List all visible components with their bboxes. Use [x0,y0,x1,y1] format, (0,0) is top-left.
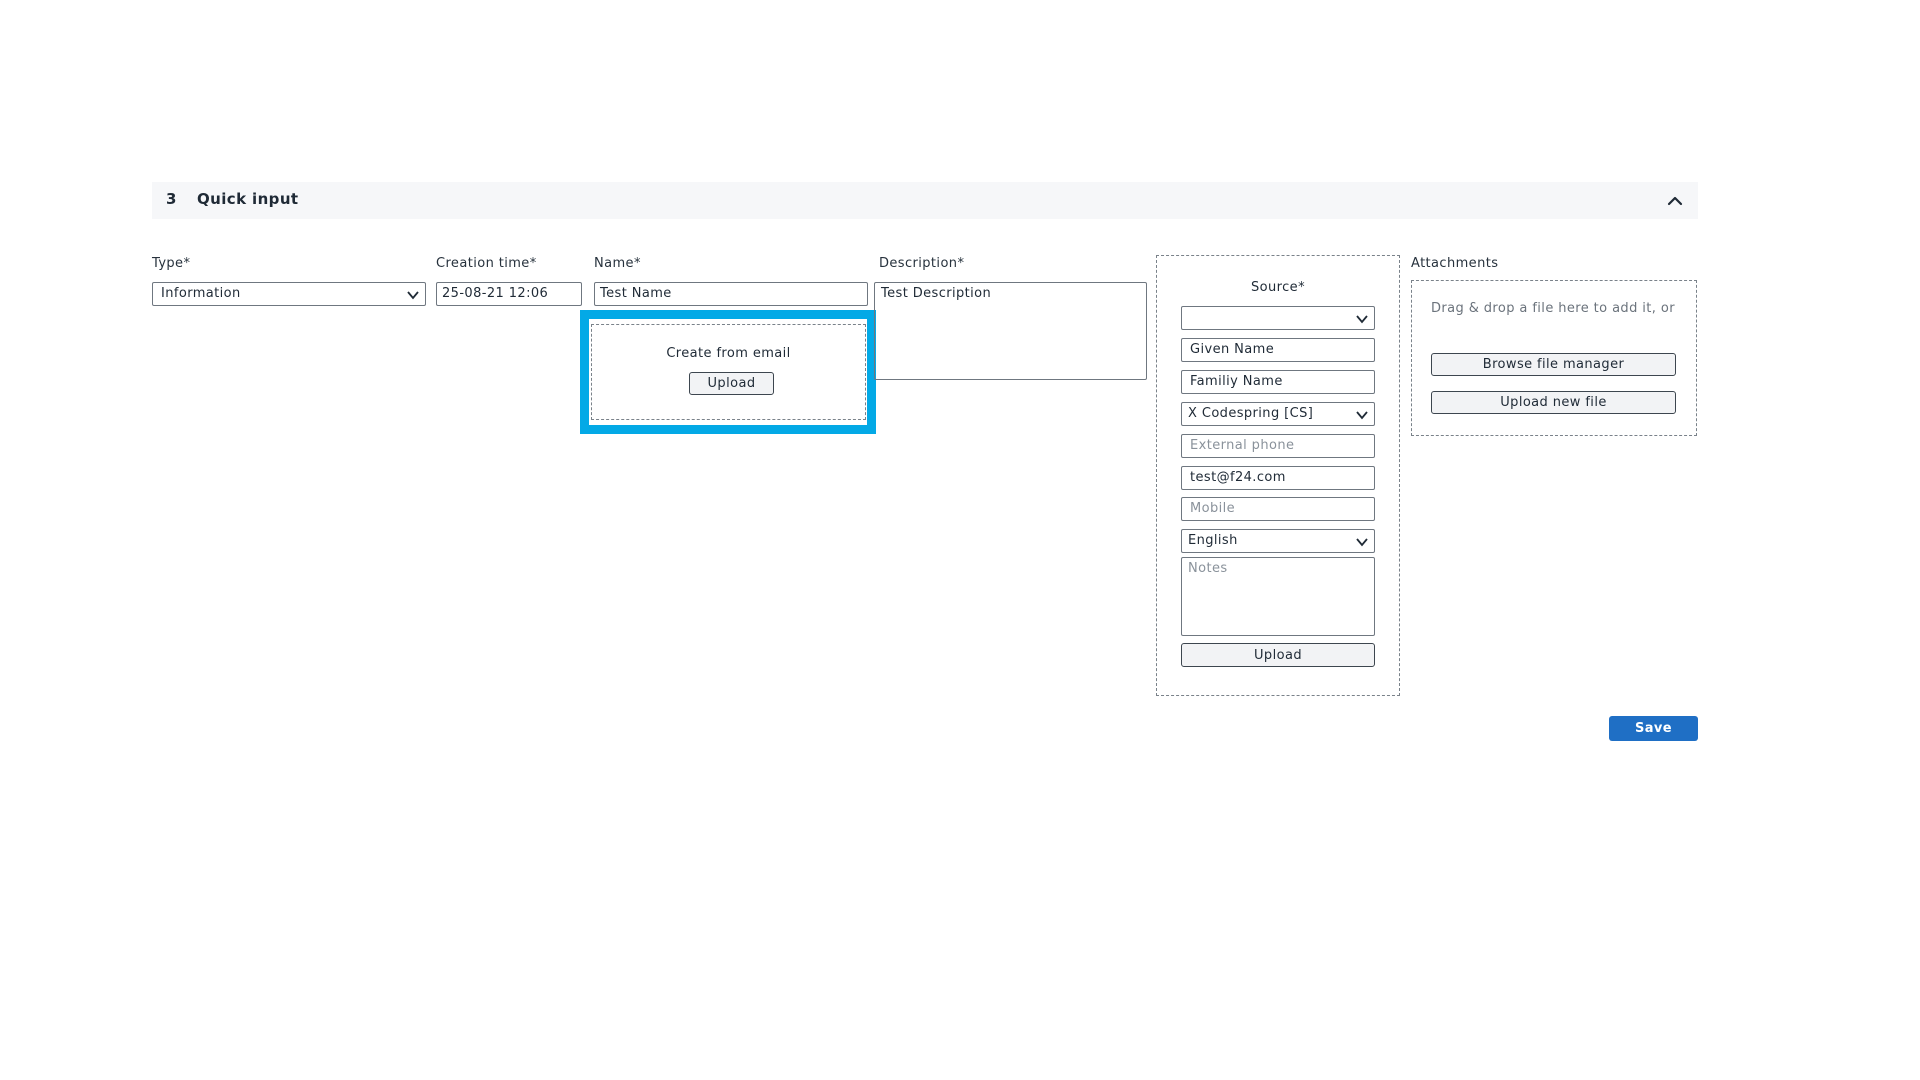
description-textarea[interactable]: Test Description [874,282,1147,380]
language-select-value: English [1188,533,1238,548]
chevron-down-icon [1356,538,1368,547]
source-label: Source* [1251,280,1305,295]
email-input[interactable]: test@f24.com [1181,466,1375,490]
create-from-email-upload-button[interactable]: Upload [689,372,774,395]
chevron-down-icon [407,291,419,300]
chevron-up-icon[interactable] [1664,190,1686,212]
source-select[interactable] [1181,306,1375,330]
external-phone-input[interactable]: External phone [1181,434,1375,458]
type-label: Type* [152,256,191,271]
creation-time-label: Creation time* [436,256,537,271]
family-name-input[interactable]: Familiy Name [1181,370,1375,394]
name-label: Name* [594,256,641,271]
company-select[interactable]: X Codespring [CS] [1181,402,1375,426]
section-title: Quick input [197,190,299,208]
save-button[interactable]: Save [1609,716,1698,741]
company-select-value: X Codespring [CS] [1188,406,1314,421]
description-label: Description* [879,256,965,271]
section-number: 3 [166,190,177,208]
notes-textarea[interactable]: Notes [1181,557,1375,636]
type-select-value: Information [161,286,241,301]
type-select[interactable]: Information [152,282,426,306]
chevron-down-icon [1356,315,1368,324]
given-name-input[interactable]: Given Name [1181,338,1375,362]
language-select[interactable]: English [1181,529,1375,553]
attachments-label: Attachments [1411,256,1499,271]
chevron-down-icon [1356,411,1368,420]
source-upload-button[interactable]: Upload [1181,643,1375,667]
creation-time-input[interactable]: 25-08-21 12:06 [436,282,582,306]
mobile-input[interactable]: Mobile [1181,497,1375,521]
create-from-email-label: Create from email [666,346,791,361]
browse-file-manager-button[interactable]: Browse file manager [1431,353,1676,376]
name-input[interactable]: Test Name [594,282,868,306]
section-header[interactable] [152,182,1698,219]
upload-new-file-button[interactable]: Upload new file [1431,391,1676,414]
attachments-hint: Drag & drop a file here to add it, or [1431,301,1675,316]
